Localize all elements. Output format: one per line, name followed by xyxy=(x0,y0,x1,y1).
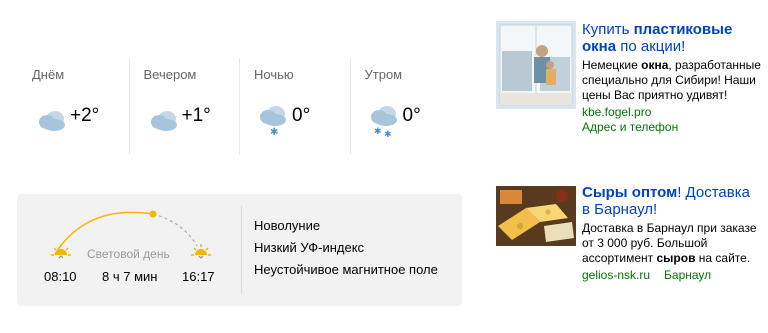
forecast-day[interactable]: Днём +2° xyxy=(18,58,129,154)
divider xyxy=(241,206,242,294)
ad-title-link[interactable]: Сыры оптом! Доставка в Барнаул! xyxy=(582,184,762,218)
temperature: +1° xyxy=(181,105,211,126)
temperature: 0° xyxy=(402,105,421,126)
svg-text:✱: ✱ xyxy=(374,127,382,137)
forecast-evening[interactable]: Вечером +1° xyxy=(128,58,240,154)
cloudy-icon xyxy=(150,111,177,131)
ad-contacts-link[interactable]: Адрес и телефон xyxy=(582,120,762,135)
svg-text:✱: ✱ xyxy=(384,130,392,137)
ad-domain-link[interactable]: kbe.fogel.pro xyxy=(582,105,762,120)
sunset-icon xyxy=(191,244,211,259)
cloudy-icon xyxy=(39,111,65,131)
ad-text: Немецкие окна, разработанные специально … xyxy=(582,58,761,102)
ad-domain-link[interactable]: gelios-nsk.ru xyxy=(582,268,650,282)
cloud-snow-icon: ✱ ✱ xyxy=(370,106,397,137)
daypart-label: Вечером xyxy=(143,67,197,82)
forecast-night[interactable]: Ночью ✱ 0° xyxy=(239,58,350,154)
magnetic-field: Неустойчивое магнитное поле xyxy=(254,262,438,277)
ad-image-cheese[interactable] xyxy=(496,186,576,246)
daylight-duration: 8 ч 7 мин xyxy=(102,269,158,284)
ad-title-link[interactable]: Купить пластиковые окна по акции! xyxy=(582,21,762,55)
forecast-strip: Днём +2° Вечером +1° Ночью ✱ 0° Утром ✱ … xyxy=(18,58,460,158)
daypart-label: Ночью xyxy=(254,67,294,82)
sunrise-icon xyxy=(51,244,71,259)
ad-domain-line: gelios-nsk.ru Барнаул xyxy=(582,268,762,283)
day-facts: Новолуние Низкий УФ-индекс Неустойчивое … xyxy=(254,218,438,284)
svg-text:✱: ✱ xyxy=(270,127,278,137)
daylight-label: Световой день xyxy=(87,247,170,261)
sunset-time: 16:17 xyxy=(182,269,215,284)
uv-index: Низкий УФ-индекс xyxy=(254,240,365,255)
forecast-morning[interactable]: Утром ✱ ✱ 0° xyxy=(349,58,461,154)
sun-arc xyxy=(54,210,198,255)
temperature: 0° xyxy=(292,105,311,126)
daypart-label: Днём xyxy=(32,67,65,82)
ad-text: Доставка в Барнаул при заказе от 3 000 р… xyxy=(582,221,757,265)
temperature: +2° xyxy=(70,105,100,126)
daypart-label: Утром xyxy=(364,67,403,82)
moon-phase: Новолуние xyxy=(254,218,321,233)
ad-region-link[interactable]: Барнаул xyxy=(664,268,711,282)
daylight-card: Световой день 08:10 8 ч 7 мин 16:17 Ново… xyxy=(17,194,462,306)
sunrise-time: 08:10 xyxy=(44,269,77,284)
sun-position-marker xyxy=(149,210,157,218)
ad-image-windows[interactable] xyxy=(496,21,576,109)
cloud-snow-light-icon: ✱ xyxy=(260,106,286,137)
